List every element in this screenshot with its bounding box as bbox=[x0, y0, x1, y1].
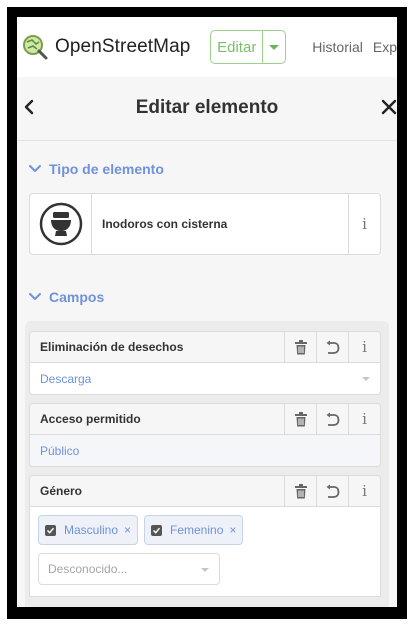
undo-icon bbox=[326, 412, 340, 426]
field-gender: Género i Masculino × Femenino × Desconoc… bbox=[29, 475, 381, 597]
input-placeholder: Desconocido... bbox=[48, 562, 128, 576]
field-access: Acceso permitido i Público bbox=[29, 403, 381, 467]
field-header: Acceso permitido i bbox=[29, 403, 381, 435]
checkbox-checked-icon[interactable] bbox=[45, 524, 56, 536]
chevron-down-icon bbox=[29, 165, 41, 172]
checkbox-checked-icon[interactable] bbox=[151, 524, 162, 536]
undo-button[interactable] bbox=[316, 476, 348, 506]
chip-label: Masculino bbox=[64, 523, 119, 537]
top-bar: OpenStreetMap Editar Historial Exp bbox=[17, 17, 397, 77]
undo-icon bbox=[326, 340, 340, 354]
trash-icon bbox=[294, 339, 307, 354]
fields-section-heading: Campos bbox=[49, 289, 105, 305]
info-icon[interactable]: i bbox=[348, 476, 380, 506]
info-icon[interactable]: i bbox=[348, 404, 380, 434]
edit-button[interactable]: Editar bbox=[211, 31, 264, 63]
toilet-icon bbox=[39, 202, 82, 246]
gender-add-input[interactable]: Desconocido... bbox=[38, 553, 220, 585]
preset-label: Inodoros con cisterna bbox=[102, 217, 228, 231]
preset-section-heading: Tipo de elemento bbox=[49, 161, 164, 177]
chip-female[interactable]: Femenino × bbox=[144, 515, 244, 545]
edit-button-group: Editar bbox=[210, 30, 287, 64]
field-label: Eliminación de desechos bbox=[40, 340, 184, 354]
trash-button[interactable] bbox=[284, 476, 316, 506]
close-icon[interactable] bbox=[381, 99, 397, 115]
osm-logo[interactable]: OpenStreetMap bbox=[21, 33, 190, 61]
field-header: Género i bbox=[29, 475, 381, 507]
edit-dropdown-toggle[interactable] bbox=[263, 31, 285, 63]
access-combo[interactable]: Público bbox=[29, 435, 381, 467]
app-screen: OpenStreetMap Editar Historial Exp Edita… bbox=[17, 17, 397, 607]
nav-history[interactable]: Historial bbox=[312, 39, 363, 55]
osm-logo-icon bbox=[23, 35, 48, 60]
undo-button[interactable] bbox=[316, 332, 348, 362]
chip-remove-icon[interactable]: × bbox=[229, 523, 236, 537]
field-label: Acceso permitido bbox=[40, 412, 141, 426]
chip-label: Femenino bbox=[170, 523, 224, 537]
undo-icon bbox=[326, 484, 340, 498]
preset-card[interactable]: Inodoros con cisterna i bbox=[29, 193, 381, 255]
chevron-down-icon bbox=[269, 44, 280, 50]
info-icon[interactable]: i bbox=[348, 194, 380, 254]
undo-button[interactable] bbox=[316, 404, 348, 434]
preset-icon-box bbox=[30, 194, 92, 254]
editor-title: Editar elemento bbox=[135, 97, 279, 118]
chevron-down-icon bbox=[29, 293, 41, 300]
gender-multiselect: Masculino × Femenino × Desconocido... bbox=[29, 507, 381, 597]
trash-button[interactable] bbox=[284, 332, 316, 362]
chevron-down-icon bbox=[201, 568, 209, 572]
trash-icon bbox=[294, 411, 307, 426]
field-value: Descarga bbox=[40, 371, 92, 386]
chevron-down-icon bbox=[362, 377, 370, 381]
chip-male[interactable]: Masculino × bbox=[38, 515, 139, 545]
trash-icon bbox=[294, 483, 307, 498]
chip-remove-icon[interactable]: × bbox=[124, 523, 131, 537]
device-frame: OpenStreetMap Editar Historial Exp Edita… bbox=[7, 7, 407, 619]
brand-name: OpenStreetMap bbox=[55, 36, 191, 57]
field-value: Público bbox=[40, 443, 80, 458]
field-header: Eliminación de desechos i bbox=[29, 331, 381, 363]
waste-disposal-combo[interactable]: Descarga bbox=[29, 363, 381, 395]
field-waste-disposal: Eliminación de desechos i Descarga bbox=[29, 331, 381, 395]
fields-section-toggle[interactable]: Campos bbox=[29, 289, 104, 305]
editor-header: Editar elemento bbox=[17, 77, 397, 141]
trash-button[interactable] bbox=[284, 404, 316, 434]
info-icon[interactable]: i bbox=[348, 332, 380, 362]
preset-section-toggle[interactable]: Tipo de elemento bbox=[29, 161, 164, 177]
field-label: Género bbox=[40, 484, 83, 498]
nav-export[interactable]: Exp bbox=[373, 39, 397, 55]
